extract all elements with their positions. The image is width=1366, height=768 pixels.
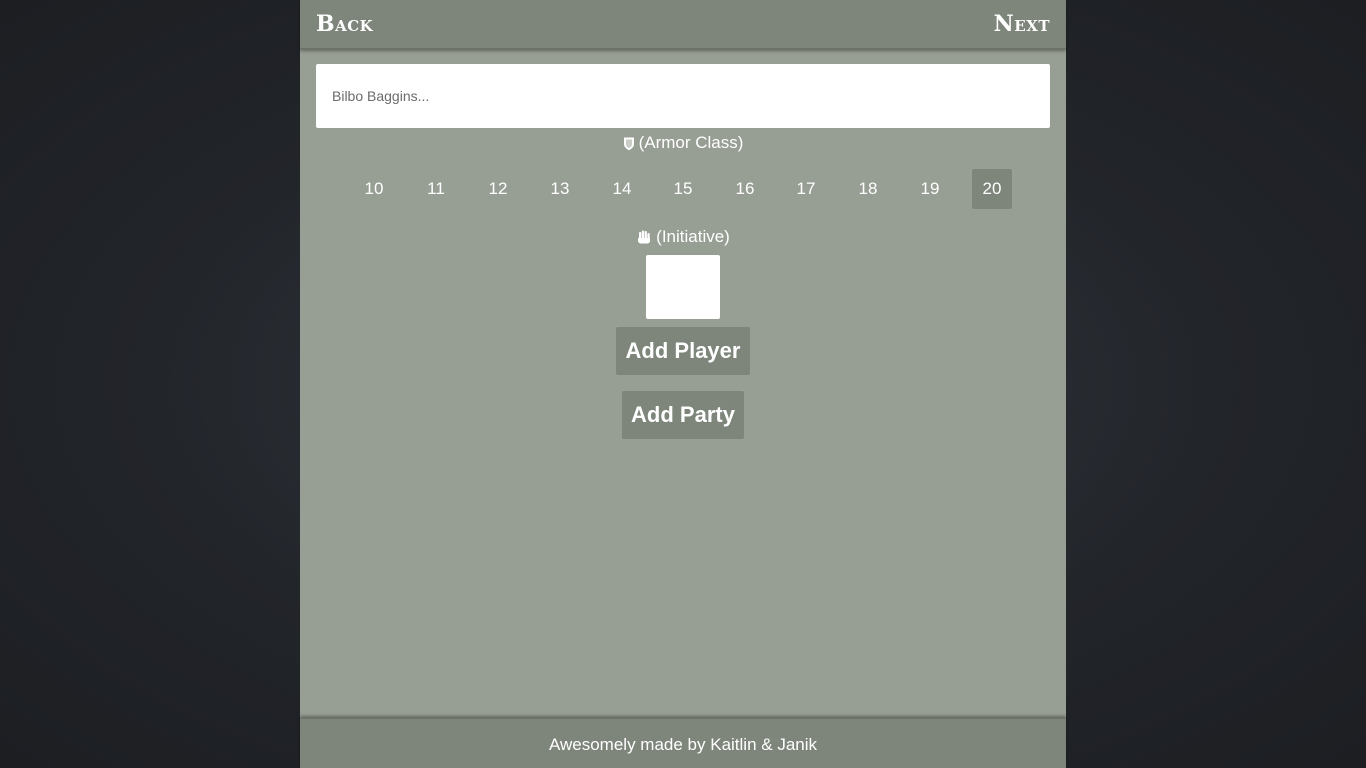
add-party-button[interactable]: Add Party	[622, 391, 744, 439]
app-panel: Back Next (Armor Class) 10 11 12 13 14 1…	[300, 0, 1066, 768]
footer-credit: Awesomely made by Kaitlin & Janik	[548, 735, 818, 754]
player-name-input[interactable]	[316, 64, 1050, 128]
armor-class-option[interactable]: 16	[725, 169, 765, 209]
armor-class-option[interactable]: 14	[602, 169, 642, 209]
armor-class-heading: (Armor Class)	[300, 133, 1066, 156]
armor-class-option[interactable]: 17	[786, 169, 826, 209]
armor-class-selector: 10 11 12 13 14 15 16 17 18 19 20	[300, 169, 1066, 209]
armor-class-option[interactable]: 18	[848, 169, 888, 209]
footer: Awesomely made by Kaitlin & Janik	[300, 718, 1066, 768]
armor-class-option[interactable]: 12	[478, 169, 518, 209]
hand-icon	[636, 229, 652, 250]
top-nav-bar: Back Next	[300, 0, 1066, 49]
armor-class-option[interactable]: 13	[540, 169, 580, 209]
armor-class-option[interactable]: 20	[972, 169, 1012, 209]
armor-class-option[interactable]: 10	[354, 169, 394, 209]
initiative-label: (Initiative)	[656, 227, 730, 246]
initiative-heading: (Initiative)	[300, 227, 1066, 250]
armor-class-option[interactable]: 11	[416, 169, 456, 209]
shield-icon	[623, 136, 635, 156]
armor-class-option[interactable]: 19	[910, 169, 950, 209]
back-button[interactable]: Back	[316, 9, 373, 39]
initiative-input[interactable]	[646, 255, 720, 319]
add-player-button[interactable]: Add Player	[616, 327, 750, 375]
armor-class-label: (Armor Class)	[638, 133, 744, 152]
next-button[interactable]: Next	[994, 9, 1050, 39]
armor-class-option[interactable]: 15	[663, 169, 703, 209]
